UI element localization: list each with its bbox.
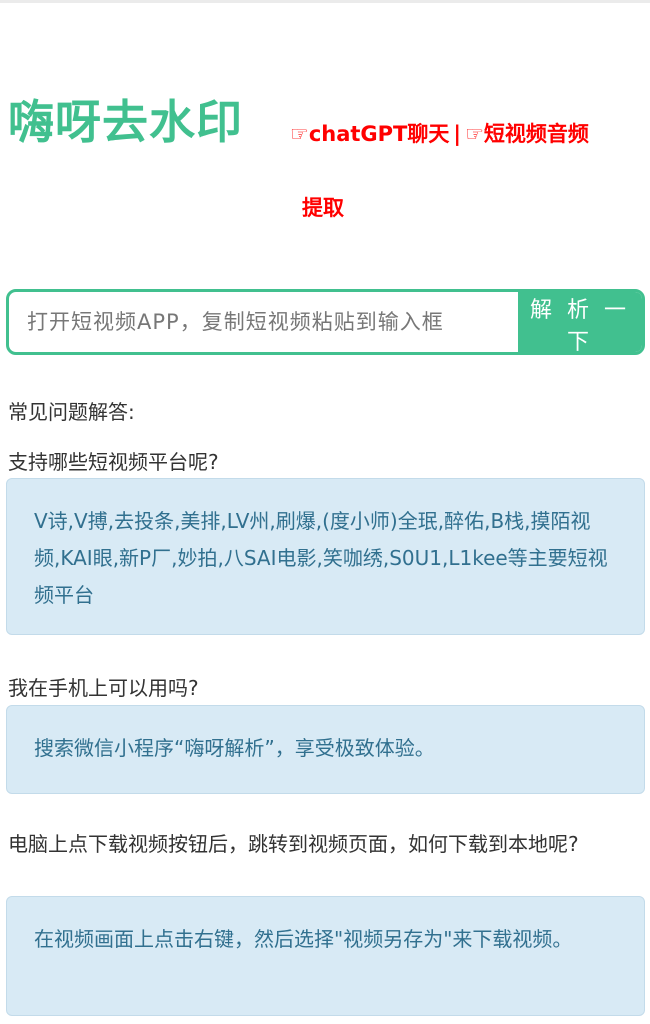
faq-answer: 在视频画面上点击右键，然后选择"视频另存为"来下载视频。 [6, 896, 645, 1016]
search-box: 解 析 一 下 [6, 289, 645, 355]
chatgpt-link[interactable]: ☞chatGPT聊天 [290, 122, 449, 146]
link-separator: | [453, 122, 462, 146]
parse-button[interactable]: 解 析 一 下 [518, 292, 642, 352]
faq-title: 常见问题解答: [8, 400, 135, 424]
top-border [0, 0, 650, 3]
faq-question: 电脑上点下载视频按钮后，跳转到视频页面，如何下载到本地呢? [8, 832, 579, 856]
faq-question: 支持哪些短视频平台呢? [8, 450, 219, 474]
header-links: ☞chatGPT聊天 | ☞短视频音频 提取 [290, 116, 650, 226]
faq-answer: V诗,V搏,去投条,美排,LV州,刷爆,(度小师)全珉,醉佑,B栈,摸陌视频,K… [6, 478, 645, 635]
faq-answer: 搜索微信小程序“嗨呀解析”，享受极致体验。 [6, 705, 645, 794]
header-links-line: ☞chatGPT聊天 | ☞短视频音频 [290, 116, 650, 152]
brand-logo-text: 嗨呀去水印 [8, 95, 243, 149]
page-header: 嗨呀去水印 ☞chatGPT聊天 | ☞短视频音频 提取 [0, 80, 650, 240]
audio-extract-link-continued[interactable]: 提取 [292, 190, 650, 226]
video-url-input[interactable] [9, 292, 518, 352]
faq-question: 我在手机上可以用吗? [8, 676, 199, 700]
audio-extract-link[interactable]: ☞短视频音频 [465, 122, 589, 146]
